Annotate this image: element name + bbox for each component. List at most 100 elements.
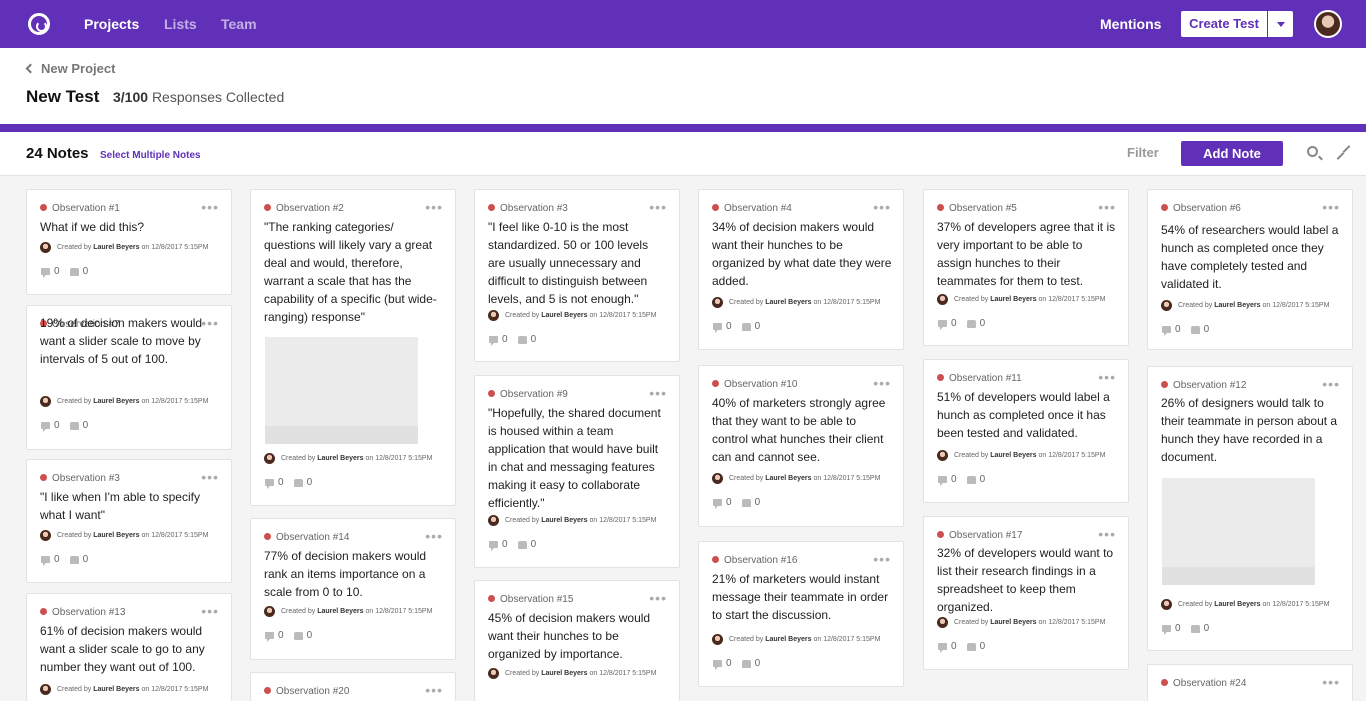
thumbs-up-icon[interactable]: [69, 267, 79, 276]
note-card[interactable]: Observation #16 ••• 21% of marketers would…: [698, 541, 904, 687]
more-options-icon[interactable]: •••: [1098, 200, 1116, 214]
note-card[interactable]: Observation #10 ••• 40% of marketers stron…: [698, 365, 904, 527]
comment-icon[interactable]: [489, 541, 498, 551]
comment-icon[interactable]: [489, 336, 498, 346]
note-card[interactable]: Observation #2 ••• "The ranking categories…: [250, 189, 456, 506]
nav-link-team[interactable]: Team: [221, 16, 257, 32]
note-card[interactable]: Observation #14 ••• 77% of decision makers…: [250, 518, 456, 660]
status-dot: [712, 204, 719, 211]
comment-icon[interactable]: [713, 499, 722, 509]
thumbs-up-icon[interactable]: [966, 319, 976, 328]
note-card[interactable]: Observation #5 ••• 37% of developers agree…: [923, 189, 1129, 346]
note-image[interactable]: [1162, 478, 1315, 585]
note-card[interactable]: Observation #4 ••• 34% of decision makers …: [698, 189, 904, 350]
comment-icon[interactable]: [713, 660, 722, 670]
author-avatar: [712, 473, 723, 484]
thumbs-up-icon[interactable]: [69, 421, 79, 430]
create-test-dropdown[interactable]: [1268, 11, 1293, 37]
more-options-icon[interactable]: •••: [425, 200, 443, 214]
add-note-button[interactable]: Add Note: [1181, 141, 1283, 166]
create-test-label[interactable]: Create Test: [1181, 11, 1268, 37]
note-card[interactable]: Observation #15 ••• 45% of decision makers…: [474, 580, 680, 701]
thumbs-up-icon[interactable]: [69, 555, 79, 564]
thumbs-up-icon[interactable]: [1190, 624, 1200, 633]
created-by-prefix: Created by: [281, 608, 316, 615]
comment-icon[interactable]: [1162, 625, 1171, 635]
author-name: Laurel Beyers: [990, 452, 1037, 459]
comment-icon[interactable]: [938, 320, 947, 330]
more-options-icon[interactable]: •••: [425, 683, 443, 697]
thumbs-up-icon[interactable]: [741, 498, 751, 507]
note-text: 54% of researchers would label a hunch a…: [1161, 223, 1339, 291]
comment-icon[interactable]: [938, 476, 947, 486]
note-card[interactable]: Observation #7 ••• 19% of decision makers …: [26, 305, 232, 450]
nav-link-projects[interactable]: Projects: [84, 16, 139, 32]
filter-button[interactable]: Filter: [1127, 145, 1159, 160]
more-options-icon[interactable]: •••: [425, 529, 443, 543]
observation-label: Observation #11: [949, 373, 1022, 384]
comment-icon[interactable]: [1162, 326, 1171, 336]
more-options-icon[interactable]: •••: [1322, 675, 1340, 689]
like-count: 0: [82, 554, 89, 565]
more-options-icon[interactable]: •••: [201, 200, 219, 214]
note-card[interactable]: Observation #12 ••• 26% of designers would…: [1147, 366, 1353, 651]
thumbs-up-icon[interactable]: [966, 642, 976, 651]
note-stats: 00: [489, 334, 536, 346]
more-options-icon[interactable]: •••: [1098, 527, 1116, 541]
note-card[interactable]: Observation #6 ••• 54% of researchers woul…: [1147, 189, 1353, 350]
comment-icon[interactable]: [41, 422, 50, 432]
comment-icon[interactable]: [265, 479, 274, 489]
thumbs-up-icon[interactable]: [1190, 325, 1200, 334]
thumbs-up-icon[interactable]: [293, 478, 303, 487]
more-options-icon[interactable]: •••: [1322, 200, 1340, 214]
created-by-prefix: Created by: [57, 244, 92, 251]
nav-link-lists[interactable]: Lists: [164, 16, 197, 32]
more-options-icon[interactable]: •••: [649, 200, 667, 214]
mentions-link[interactable]: Mentions: [1100, 16, 1161, 32]
note-card[interactable]: Observation #9 ••• "Hopefully, the shared …: [474, 375, 680, 568]
comment-icon[interactable]: [41, 556, 50, 566]
comment-icon[interactable]: [938, 643, 947, 653]
more-options-icon[interactable]: •••: [1098, 370, 1116, 384]
create-test-button[interactable]: Create Test: [1181, 11, 1293, 37]
search-icon[interactable]: [1307, 146, 1318, 157]
more-options-icon[interactable]: •••: [201, 604, 219, 618]
user-avatar[interactable]: [1314, 10, 1342, 38]
thumbs-up-icon[interactable]: [966, 475, 976, 484]
thumbs-up-icon[interactable]: [517, 335, 527, 344]
note-author: Created by Laurel Beyers on 12/8/2017 5:…: [712, 473, 880, 484]
note-card[interactable]: Observation #20 •••: [250, 672, 456, 701]
more-options-icon[interactable]: •••: [873, 200, 891, 214]
app-logo-icon[interactable]: [28, 13, 50, 35]
thumbs-up-icon[interactable]: [293, 631, 303, 640]
observation-label: Observation #5: [949, 203, 1017, 214]
thumbs-up-icon[interactable]: [517, 540, 527, 549]
note-card[interactable]: Observation #17 ••• 32% of developers woul…: [923, 516, 1129, 670]
more-options-icon[interactable]: •••: [649, 591, 667, 605]
note-image[interactable]: [265, 337, 418, 444]
note-card[interactable]: Observation #13 ••• 61% of decision makers…: [26, 593, 232, 701]
more-options-icon[interactable]: •••: [1322, 377, 1340, 391]
author-name: Laurel Beyers: [765, 299, 812, 306]
comment-icon[interactable]: [713, 323, 722, 333]
note-card[interactable]: Observation #11 ••• 51% of developers woul…: [923, 359, 1129, 503]
comment-icon[interactable]: [265, 632, 274, 642]
more-options-icon[interactable]: •••: [873, 376, 891, 390]
comment-icon[interactable]: [41, 268, 50, 278]
back-link[interactable]: New Project: [25, 61, 115, 76]
observation-label: Observation #9: [500, 389, 568, 400]
more-options-icon[interactable]: •••: [873, 552, 891, 566]
note-card[interactable]: Observation #24 •••: [1147, 664, 1353, 701]
collapse-icon[interactable]: [1336, 145, 1350, 159]
more-options-icon[interactable]: •••: [201, 470, 219, 484]
thumbs-up-icon[interactable]: [741, 659, 751, 668]
thumbs-up-icon[interactable]: [741, 322, 751, 331]
note-card[interactable]: Observation #3 ••• "I like when I'm able t…: [26, 459, 232, 583]
author-avatar: [712, 634, 723, 645]
note-stats: 00: [713, 658, 760, 670]
more-options-icon[interactable]: •••: [649, 386, 667, 400]
note-card[interactable]: Observation #3 ••• "I feel like 0-10 is th…: [474, 189, 680, 362]
note-stats: 00: [713, 321, 760, 333]
select-multiple-notes-link[interactable]: Select Multiple Notes: [100, 150, 201, 161]
note-card[interactable]: Observation #1 ••• What if we did this? Cre…: [26, 189, 232, 295]
